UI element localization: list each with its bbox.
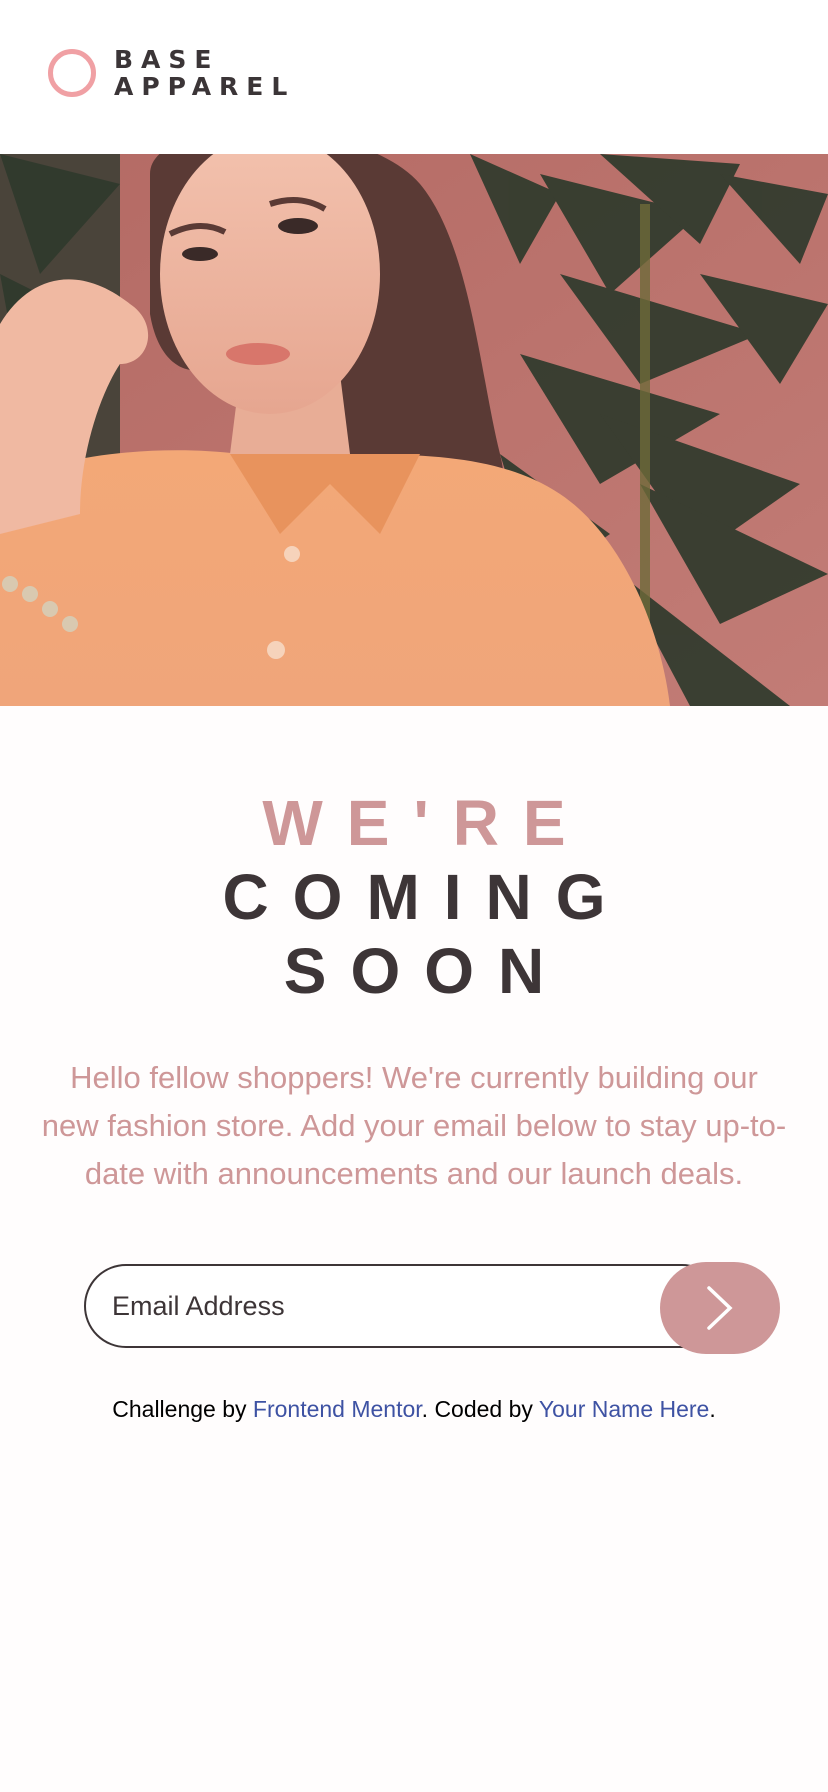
author-link[interactable]: Your Name Here	[539, 1396, 709, 1422]
brand-name-line1: BASE	[114, 45, 220, 74]
attribution-suffix: .	[709, 1396, 716, 1422]
header: BASE APPAREL	[0, 0, 828, 154]
brand-name: BASE APPAREL	[114, 46, 295, 100]
attribution: Challenge by Frontend Mentor. Coded by Y…	[0, 1396, 828, 1423]
brand-name-line2: APPAREL	[114, 72, 296, 101]
attribution-middle: . Coded by	[421, 1396, 539, 1422]
chevron-right-icon	[707, 1286, 733, 1330]
signup-form	[84, 1262, 780, 1354]
brand-logo[interactable]: BASE APPAREL	[48, 46, 295, 100]
frontend-mentor-link[interactable]: Frontend Mentor	[253, 1396, 422, 1422]
email-field[interactable]	[84, 1264, 724, 1348]
title-line-1: WE'RE	[262, 787, 590, 859]
page: BASE APPAREL WE'RE COMING SOON Hello fel…	[0, 0, 828, 1792]
title-line-3: SOON	[283, 935, 569, 1007]
hero-image	[0, 154, 828, 706]
intro-text: Hello fellow shoppers! We're currently b…	[41, 1060, 787, 1191]
page-title: WE'RE COMING SOON	[0, 786, 828, 1008]
submit-button[interactable]	[660, 1262, 780, 1354]
title-line-2: COMING	[222, 861, 630, 933]
logo-ring-icon	[48, 49, 96, 97]
attribution-prefix: Challenge by	[112, 1396, 253, 1422]
